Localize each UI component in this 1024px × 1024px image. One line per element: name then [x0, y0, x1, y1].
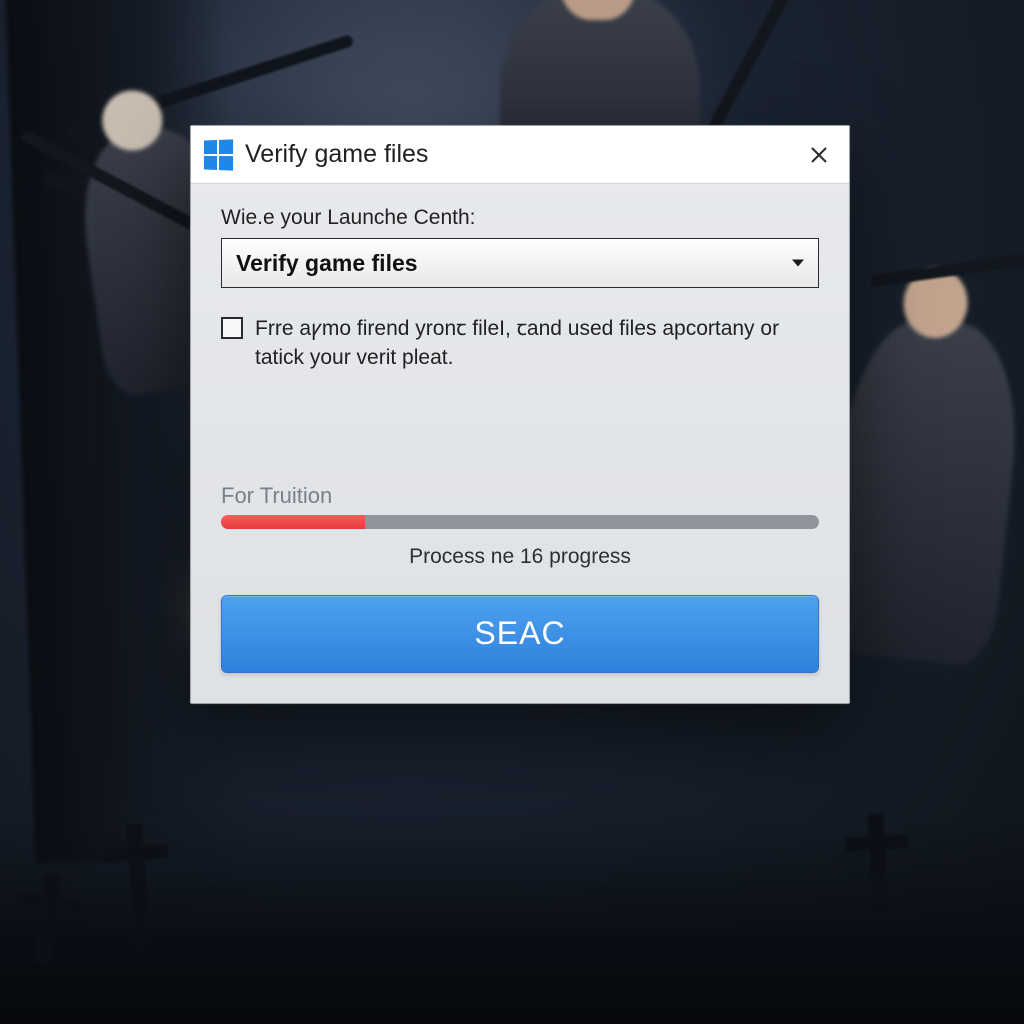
progress-bar — [221, 515, 819, 529]
close-button[interactable] — [797, 133, 841, 177]
option-row: Frre aꝩmo firend yronꞇ fileI, ꞇand used … — [221, 314, 819, 373]
select-label: Wie.e your Launche Centh: — [221, 206, 819, 230]
select-value: Verify game files — [236, 250, 418, 277]
progress-label: For Truition — [221, 483, 819, 509]
primary-action-button[interactable]: SEAC — [221, 595, 819, 673]
windows-logo-icon — [204, 139, 233, 170]
progress-fill — [221, 515, 365, 529]
dialog-title: Verify game files — [245, 140, 428, 169]
chevron-down-icon — [792, 260, 804, 267]
option-checkbox[interactable] — [221, 317, 243, 339]
option-label: Frre aꝩmo firend yronꞇ fileI, ꞇand used … — [255, 314, 819, 373]
titlebar: Verify game files — [191, 126, 849, 184]
action-select[interactable]: Verify game files — [221, 238, 819, 288]
verify-dialog: Verify game files Wie.e your Launche Cen… — [190, 125, 850, 704]
progress-status: Process ne 16 progress — [221, 545, 819, 569]
dialog-body: Wie.e your Launche Centh: Verify game fi… — [191, 184, 849, 703]
progress-section: For Truition Process ne 16 progress — [221, 483, 819, 569]
close-icon — [809, 145, 829, 165]
